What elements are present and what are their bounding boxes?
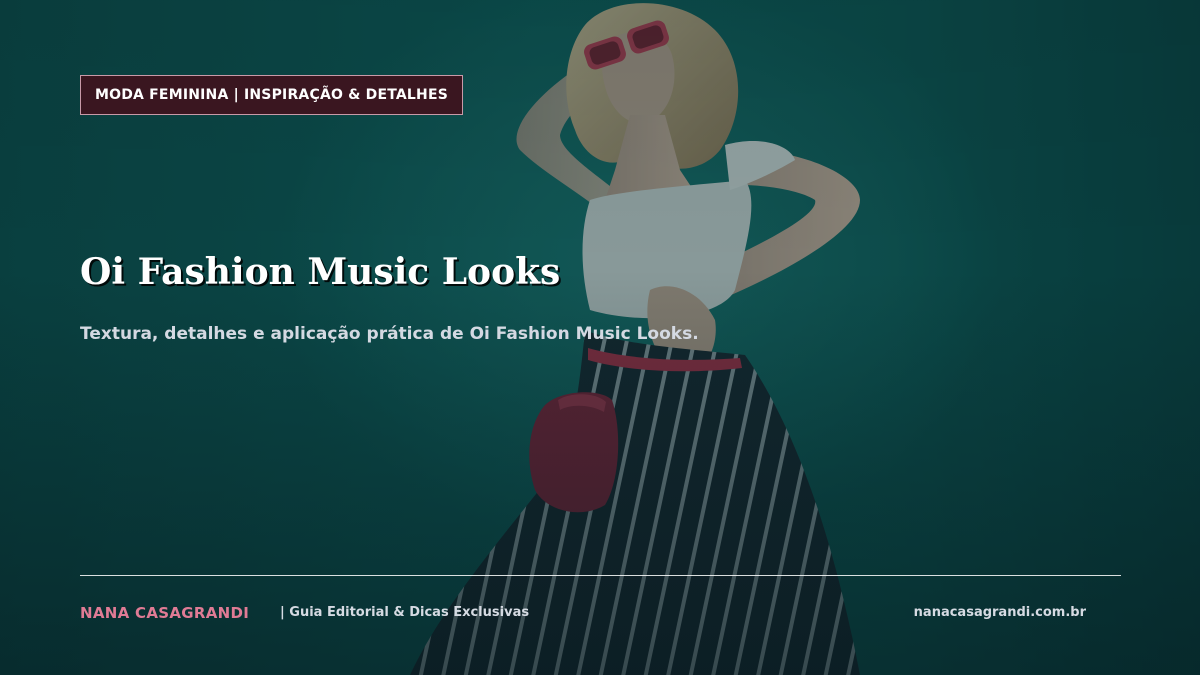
site-link[interactable]: nanacasagrandi.com.br [914,603,1086,623]
page-subtitle: Textura, detalhes e aplicação prática de… [80,324,699,344]
page-title: Oi Fashion Music Looks [80,251,561,293]
footer-tagline: | Guia Editorial & Dicas Exclusivas [280,605,530,620]
brand-name[interactable]: NANA CASAGRANDI [80,602,249,624]
footer-divider [80,575,1121,576]
hero-banner: MODA FEMININA | INSPIRAÇÃO & DETALHES Oi… [0,0,1200,675]
category-badge: MODA FEMININA | INSPIRAÇÃO & DETALHES [80,75,463,115]
